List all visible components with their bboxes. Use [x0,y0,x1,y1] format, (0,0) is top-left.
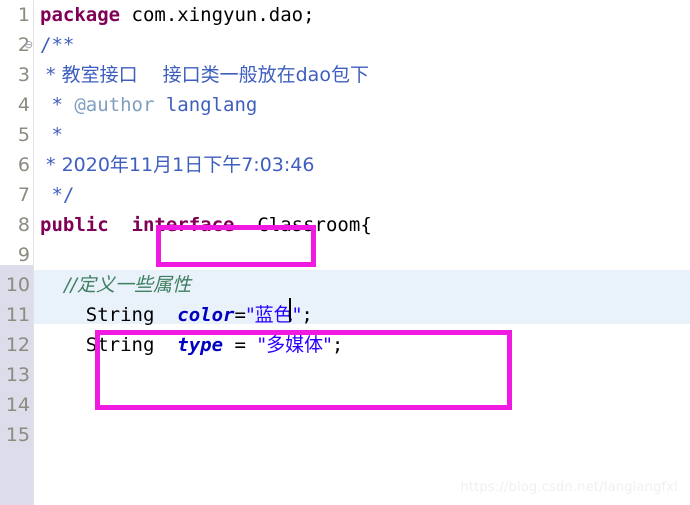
code-token-plain: com.xingyun.dao; [120,4,315,26]
line-number: 7 [17,184,30,206]
line-number: 4 [17,94,30,116]
code-token-plain: Classroom{ [234,214,372,236]
line-number: 9 [17,244,30,266]
code-token-jdoc-tag: @author [74,94,155,116]
code-token-jdoc: * [40,124,63,146]
text-caret [289,298,291,322]
line-number: 12 [5,334,30,356]
code-line-1[interactable]: package com.xingyun.dao; [34,0,690,30]
line-number: 11 [5,304,30,326]
code-token-plain: String [40,304,178,326]
line-number: 15 [5,424,30,446]
code-token-plain: String [40,334,178,356]
code-token-kw: interface [131,214,235,236]
code-token-jdoc: langlang [154,94,258,116]
code-token-jdoc: * 教室接口 接口类一般放在dao包下 [40,64,369,86]
code-token-jdoc: * [40,94,75,116]
code-token-field: color [177,304,235,326]
line-number: 14 [5,394,30,416]
line-number: 10 [5,274,30,296]
code-token-plain: = [234,304,246,326]
code-token-plain: ; [331,334,344,356]
line-number: 3 [17,64,30,86]
line-number: 5 [17,124,30,146]
gutter-divider [33,0,34,505]
code-line-7[interactable]: */ [34,180,690,210]
line-number-gutter[interactable]: 1 2 3 4 5 6 7 8 9 10 11 12 13 14 15 ⊖ [0,0,33,505]
line-number: 6 [17,154,30,176]
code-fold-collapse-icon[interactable]: ⊖ [24,30,36,60]
code-token-plain: ; [301,304,313,326]
line-number: 8 [17,214,30,236]
code-editor[interactable]: 1 2 3 4 5 6 7 8 9 10 11 12 13 14 15 ⊖ pa… [0,0,690,505]
code-token-field: type [177,334,224,356]
code-line-14[interactable] [34,390,690,420]
code-line-9[interactable] [34,240,690,270]
code-line-13[interactable] [34,360,690,390]
code-content[interactable]: package com.xingyun.dao; /** * 教室接口 接口类一… [34,0,690,505]
code-token-kw: public [40,214,109,236]
watermark-url: https://blog.csdn.net/langlangfxl [460,480,678,495]
code-line-8[interactable]: public interface Classroom{ [34,210,690,240]
code-line-2[interactable]: /** [34,30,690,60]
code-line-12[interactable]: String type = "多媒体"; [34,330,690,360]
code-line-3[interactable]: * 教室接口 接口类一般放在dao包下 [34,60,690,90]
code-line-6[interactable]: * 2020年11月1日下午7:03:46 [34,150,690,180]
line-number: 13 [5,364,30,386]
line-number: 1 [17,4,30,26]
code-token-jdoc: */ [40,184,75,206]
code-token-str: "蓝色" [245,304,302,326]
code-line-5[interactable]: * [34,120,690,150]
code-token-jdoc: * 2020年11月1日下午7:03:46 [40,154,315,176]
code-token-kw: package [40,4,121,26]
code-line-11[interactable]: String color="蓝色"; [34,300,690,330]
code-token-plain: = [223,334,258,356]
code-line-15[interactable] [34,420,690,450]
code-token-cmt: //定义一些属性 [40,274,191,296]
code-line-10[interactable]: //定义一些属性 [34,270,690,300]
code-token-jdoc: /** [40,34,75,56]
code-token-str: "多媒体" [257,334,332,356]
code-line-4[interactable]: * @author langlang [34,90,690,120]
